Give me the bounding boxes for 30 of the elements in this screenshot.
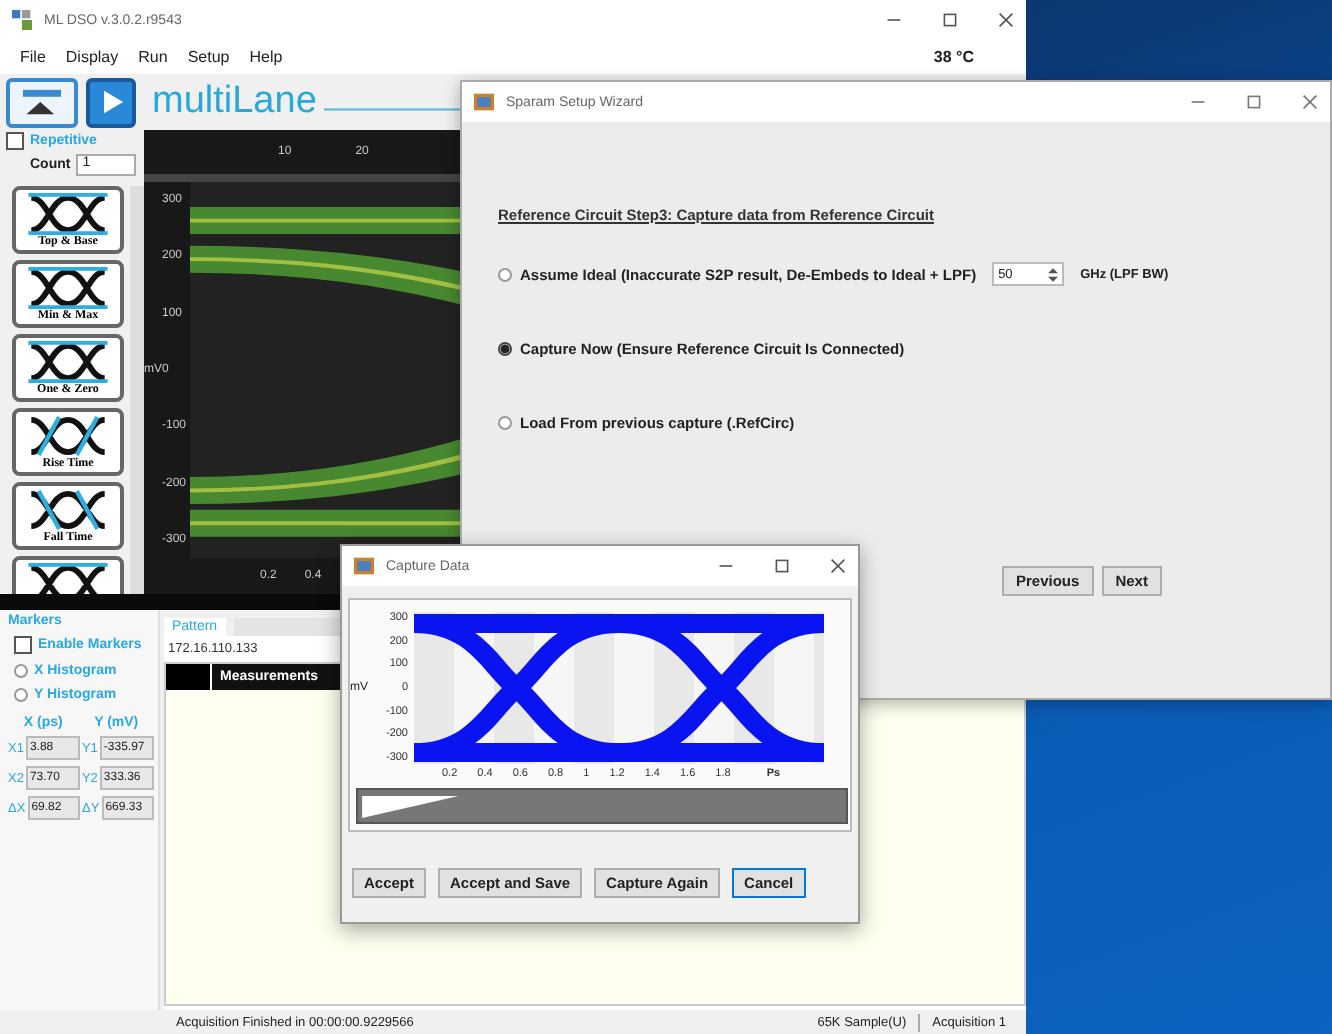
menu-item[interactable]: File: [20, 48, 46, 66]
app-icon: [12, 10, 32, 30]
menu-item[interactable]: Help: [249, 48, 283, 66]
spinner-arrows-icon[interactable]: [1048, 267, 1059, 281]
eye-crossing-icon: [24, 340, 112, 384]
eye-crossing-icon: [24, 266, 112, 310]
enable-markers-checkbox[interactable]: [14, 636, 32, 654]
close-icon[interactable]: [998, 12, 1014, 28]
logo-text: multiLane: [152, 80, 317, 124]
option-radio[interactable]: [498, 415, 512, 429]
menu-item[interactable]: Display: [65, 48, 119, 66]
run-button[interactable]: [86, 77, 136, 127]
histogram-radio[interactable]: [14, 688, 28, 702]
option-radio[interactable]: [498, 267, 512, 281]
connect-button[interactable]: [6, 77, 78, 127]
menu-item[interactable]: Run: [138, 48, 168, 66]
scrollbar[interactable]: [130, 186, 144, 594]
maximize-icon[interactable]: [1246, 94, 1262, 110]
maximize-icon[interactable]: [774, 558, 790, 574]
temperature-reading: 38 °C: [933, 48, 974, 66]
menu-item[interactable]: Setup: [187, 48, 230, 66]
close-icon[interactable]: [1302, 94, 1318, 110]
eye-crossing-icon: [24, 192, 112, 236]
app-icon: [354, 556, 374, 576]
app-icon: [474, 92, 494, 112]
close-icon[interactable]: [830, 558, 846, 574]
histogram-radio[interactable]: [14, 664, 28, 678]
option-radio[interactable]: [498, 341, 512, 355]
maximize-icon[interactable]: [942, 12, 958, 28]
repetitive-checkbox[interactable]: [6, 132, 24, 150]
